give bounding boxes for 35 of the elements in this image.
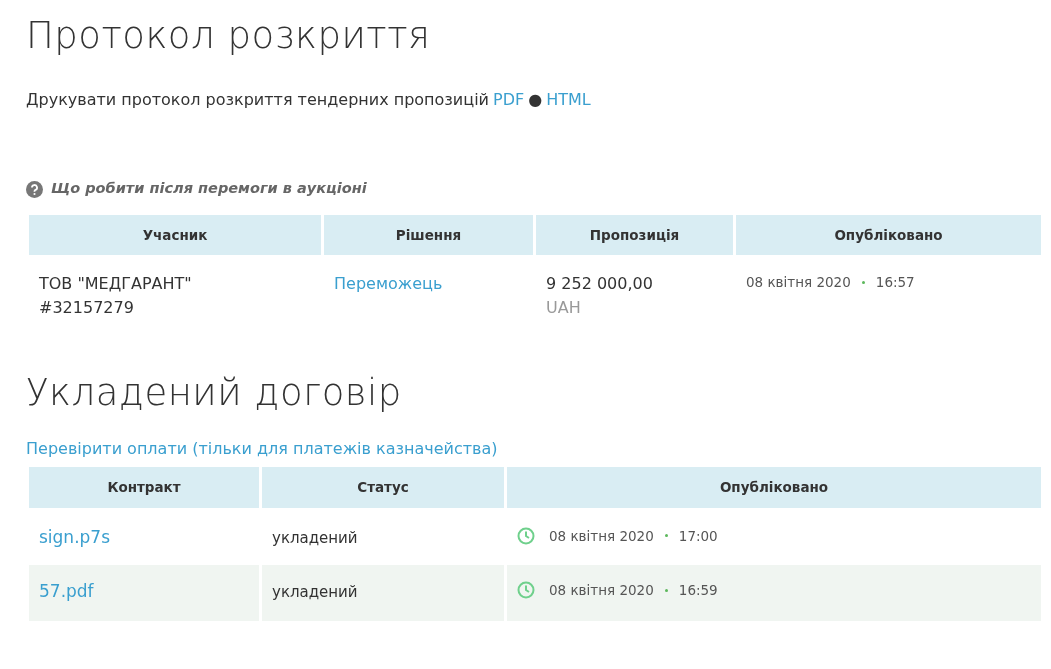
separator-text: ● bbox=[528, 89, 543, 112]
pdf-link[interactable]: PDF bbox=[493, 88, 525, 113]
column-header: Статус bbox=[260, 465, 506, 510]
time-text: 17:00 bbox=[678, 526, 718, 546]
status-text: укладений bbox=[272, 583, 358, 602]
time-text: 16:59 bbox=[678, 581, 718, 601]
page-title: Протокол розкриття bbox=[26, 14, 432, 59]
contract-file-link[interactable]: 57.pdf bbox=[39, 581, 94, 602]
separator-dot bbox=[664, 588, 668, 592]
clock-icon bbox=[517, 581, 535, 600]
decision-link[interactable]: Переможець bbox=[334, 274, 443, 294]
column-header: Пропозиція bbox=[534, 213, 735, 257]
print-protocol-text: Друкувати протокол розкриття тендерних пропозицій bbox=[26, 89, 489, 112]
date-text: 08 квітня 2020 bbox=[549, 581, 654, 601]
html-link[interactable]: HTML bbox=[546, 88, 591, 113]
time-text: 16:57 bbox=[875, 273, 915, 293]
help-link[interactable]: Що робити після перемоги в аукціоні bbox=[51, 178, 367, 201]
column-header: Опубліковано bbox=[734, 213, 1043, 257]
contract-file-link[interactable]: sign.p7s bbox=[39, 526, 110, 547]
column-header: Рішення bbox=[322, 213, 535, 257]
help-icon bbox=[26, 180, 43, 198]
column-header: Контракт bbox=[27, 465, 261, 510]
date-text: 08 квітня 2020 bbox=[549, 526, 654, 546]
check-payments-link[interactable]: Перевірити оплати (тільки для платежів казначейства) bbox=[26, 437, 498, 462]
currency-text: UAH bbox=[546, 297, 582, 320]
clock-icon bbox=[517, 526, 535, 545]
separator-dot bbox=[861, 281, 865, 284]
status-text: укладений bbox=[272, 528, 358, 547]
separator-dot bbox=[664, 534, 668, 538]
date-text: 08 квітня 2020 bbox=[746, 273, 851, 293]
section-title: Укладений договір bbox=[26, 370, 403, 416]
participant-name: ТОВ "МЕДГАРАНТ" #32157279 bbox=[39, 273, 193, 320]
column-header: Опубліковано bbox=[505, 465, 1043, 510]
amount-text: 9 252 000,00 bbox=[546, 273, 654, 296]
column-header: Учасник bbox=[27, 213, 323, 257]
